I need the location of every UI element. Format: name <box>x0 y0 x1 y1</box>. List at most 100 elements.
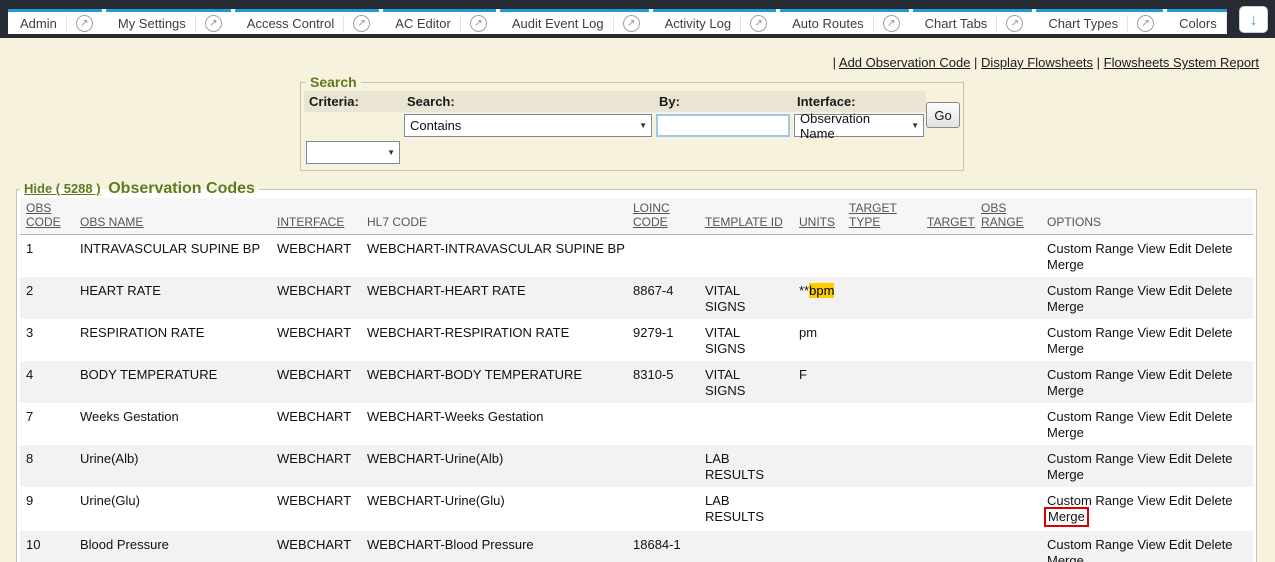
option-link-view[interactable]: View <box>1137 409 1165 424</box>
option-link-edit[interactable]: Edit <box>1169 409 1191 424</box>
option-link-custom-range[interactable]: Custom Range <box>1047 537 1134 552</box>
option-link-custom-range[interactable]: Custom Range <box>1047 451 1134 466</box>
open-new-window-icon[interactable]: ↗ <box>1226 15 1227 32</box>
interface-select[interactable]: ▼ <box>306 141 400 164</box>
option-link-edit[interactable]: Edit <box>1169 493 1191 508</box>
open-new-window-icon[interactable]: ↗ <box>195 15 222 32</box>
option-link-view[interactable]: View <box>1137 283 1165 298</box>
option-link-view[interactable]: View <box>1137 493 1165 508</box>
column-header-loinc-code[interactable]: LOINC CODE <box>633 198 705 235</box>
option-link-merge[interactable]: Merge <box>1047 553 1084 562</box>
cell-obs-name: INTRAVASCULAR SUPINE BP <box>80 235 277 278</box>
open-new-window-icon[interactable]: ↗ <box>460 15 487 32</box>
open-new-window-icon[interactable]: ↗ <box>66 15 93 32</box>
option-link-merge[interactable]: Merge <box>1047 467 1084 482</box>
sort-link[interactable]: TARGET TYPE <box>849 201 897 229</box>
option-link-delete[interactable]: Delete <box>1195 241 1233 256</box>
open-new-window-icon[interactable]: ↗ <box>613 15 640 32</box>
tab-admin[interactable]: Admin↗ <box>8 9 102 34</box>
action-link-add-observation-code[interactable]: Add Observation Code <box>839 55 971 70</box>
tab-colors[interactable]: Colors↗ <box>1167 9 1227 34</box>
column-header-interface[interactable]: INTERFACE <box>277 198 367 235</box>
sort-link[interactable]: LOINC CODE <box>633 201 670 229</box>
tab-ac-editor[interactable]: AC Editor↗ <box>383 9 496 34</box>
sort-link[interactable]: OBS NAME <box>80 215 143 229</box>
column-header-obs-name[interactable]: OBS NAME <box>80 198 277 235</box>
tab-chart-tabs[interactable]: Chart Tabs↗ <box>913 9 1033 34</box>
cell-target-type <box>849 277 927 319</box>
cell-target-type <box>849 531 927 562</box>
tab-auto-routes[interactable]: Auto Routes↗ <box>780 9 909 34</box>
sort-link[interactable]: UNITS <box>799 215 835 229</box>
tab-my-settings[interactable]: My Settings↗ <box>106 9 231 34</box>
sort-link[interactable]: TEMPLATE ID <box>705 215 783 229</box>
option-link-edit[interactable]: Edit <box>1169 367 1191 382</box>
cell-units: pm <box>799 319 849 361</box>
criteria-select[interactable]: Contains ▼ <box>404 114 652 137</box>
column-header-units[interactable]: UNITS <box>799 198 849 235</box>
column-header-target[interactable]: TARGET <box>927 198 981 235</box>
by-select[interactable]: Observation Name ▼ <box>794 114 924 137</box>
option-link-merge[interactable]: Merge <box>1048 509 1085 524</box>
option-link-delete[interactable]: Delete <box>1195 451 1233 466</box>
tab-chart-types[interactable]: Chart Types↗ <box>1036 9 1163 34</box>
go-button[interactable]: Go <box>926 102 960 128</box>
option-link-merge[interactable]: Merge <box>1047 341 1084 356</box>
cell-loinc-code <box>633 403 705 445</box>
option-link-custom-range[interactable]: Custom Range <box>1047 325 1134 340</box>
more-tabs-button[interactable]: ↓ <box>1239 6 1268 33</box>
column-header-obs-code[interactable]: OBS CODE <box>20 198 80 235</box>
option-link-view[interactable]: View <box>1137 451 1165 466</box>
table-row: 2HEART RATEWEBCHARTWEBCHART-HEART RATE88… <box>20 277 1253 319</box>
sort-link[interactable]: OBS RANGE <box>981 201 1024 229</box>
tab-audit-event-log[interactable]: Audit Event Log↗ <box>500 9 649 34</box>
option-link-view[interactable]: View <box>1137 241 1165 256</box>
sort-link[interactable]: INTERFACE <box>277 215 344 229</box>
column-header-target-type[interactable]: TARGET TYPE <box>849 198 927 235</box>
option-link-merge[interactable]: Merge <box>1047 299 1084 314</box>
column-header-template-id[interactable]: TEMPLATE ID <box>705 198 799 235</box>
column-header-obs-range[interactable]: OBS RANGE <box>981 198 1047 235</box>
option-link-delete[interactable]: Delete <box>1195 325 1233 340</box>
option-link-merge[interactable]: Merge <box>1047 425 1084 440</box>
open-new-window-icon[interactable]: ↗ <box>873 15 900 32</box>
hide-count-link[interactable]: Hide ( 5288 ) <box>24 181 101 196</box>
option-link-delete[interactable]: Delete <box>1195 283 1233 298</box>
option-link-custom-range[interactable]: Custom Range <box>1047 493 1134 508</box>
cell-options: Custom Range View Edit Delete Merge <box>1047 277 1253 319</box>
option-link-custom-range[interactable]: Custom Range <box>1047 283 1134 298</box>
cell-obs-name: HEART RATE <box>80 277 277 319</box>
option-link-edit[interactable]: Edit <box>1169 241 1191 256</box>
option-link-merge[interactable]: Merge <box>1047 257 1084 272</box>
search-input[interactable] <box>656 114 790 137</box>
cell-interface: WEBCHART <box>277 531 367 562</box>
observation-codes-legend: Hide ( 5288 ) Observation Codes <box>20 180 259 198</box>
tab-access-control[interactable]: Access Control↗ <box>235 9 379 34</box>
sort-link[interactable]: OBS CODE <box>26 201 61 229</box>
option-link-delete[interactable]: Delete <box>1195 367 1233 382</box>
option-link-edit[interactable]: Edit <box>1169 451 1191 466</box>
option-link-view[interactable]: View <box>1137 325 1165 340</box>
action-link-display-flowsheets[interactable]: Display Flowsheets <box>981 55 1093 70</box>
option-link-edit[interactable]: Edit <box>1169 325 1191 340</box>
option-link-delete[interactable]: Delete <box>1195 409 1233 424</box>
open-new-window-icon[interactable]: ↗ <box>1127 15 1154 32</box>
tab-activity-log[interactable]: Activity Log↗ <box>653 9 776 34</box>
action-link-flowsheets-system-report[interactable]: Flowsheets System Report <box>1104 55 1259 70</box>
option-link-custom-range[interactable]: Custom Range <box>1047 409 1134 424</box>
option-link-edit[interactable]: Edit <box>1169 283 1191 298</box>
option-link-edit[interactable]: Edit <box>1169 537 1191 552</box>
option-link-delete[interactable]: Delete <box>1195 537 1233 552</box>
open-new-window-icon[interactable]: ↗ <box>343 15 370 32</box>
open-new-window-icon[interactable]: ↗ <box>996 15 1023 32</box>
option-link-custom-range[interactable]: Custom Range <box>1047 367 1134 382</box>
template-id-text: VITAL SIGNS <box>705 367 767 399</box>
sort-link[interactable]: TARGET <box>927 215 975 229</box>
option-link-delete[interactable]: Delete <box>1195 493 1233 508</box>
open-new-window-icon[interactable]: ↗ <box>740 15 767 32</box>
option-link-view[interactable]: View <box>1137 537 1165 552</box>
external-link-arrow-icon: ↗ <box>1137 15 1154 32</box>
option-link-view[interactable]: View <box>1137 367 1165 382</box>
option-link-merge[interactable]: Merge <box>1047 383 1084 398</box>
option-link-custom-range[interactable]: Custom Range <box>1047 241 1134 256</box>
